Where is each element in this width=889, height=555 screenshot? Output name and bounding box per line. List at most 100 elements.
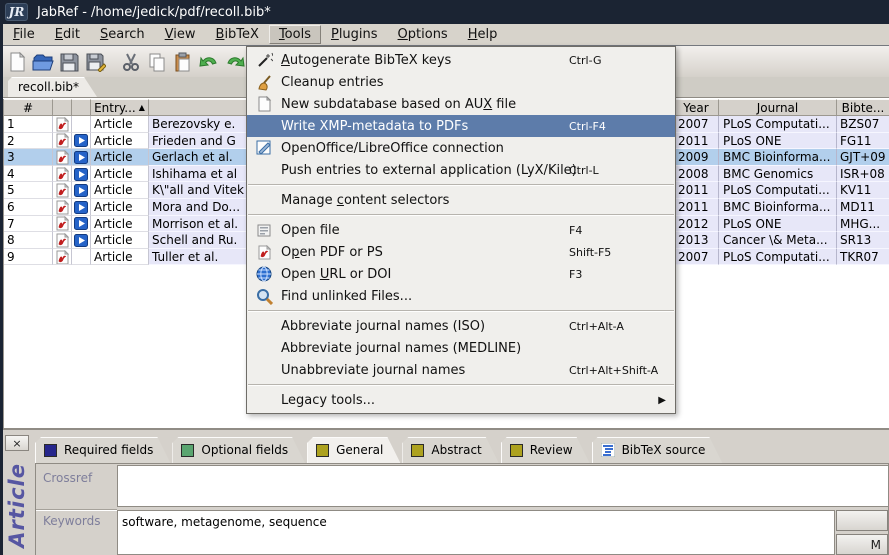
cell-bibtexkey[interactable]: ISR+08 — [837, 166, 889, 183]
tab-required-fields[interactable]: Required fields — [35, 437, 170, 463]
cell-bibtexkey[interactable]: KV11 — [837, 182, 889, 199]
cell-pdf[interactable] — [53, 116, 72, 133]
cell-pdf[interactable] — [53, 249, 72, 266]
cell-url[interactable] — [72, 232, 91, 249]
column-header-number[interactable]: # — [4, 99, 53, 116]
open-file-button[interactable] — [30, 49, 56, 75]
cell-pdf[interactable] — [53, 182, 72, 199]
cell-year[interactable]: 2011 — [674, 199, 719, 216]
column-header-entrytype[interactable]: Entry...▲ — [91, 99, 149, 116]
redo-button[interactable] — [222, 49, 248, 75]
cell-bibtexkey[interactable]: SR13 — [837, 232, 889, 249]
keywords-field[interactable]: software, metagenome, sequence — [117, 510, 835, 555]
cell-url[interactable] — [72, 182, 91, 199]
cell-year[interactable]: 2011 — [674, 182, 719, 199]
menu-item-abbreviate-journal-names-iso[interactable]: Abbreviate journal names (ISO)Ctrl+Alt-A — [247, 315, 675, 337]
cell-entrytype[interactable]: Article — [91, 182, 149, 199]
field-side-button-2[interactable]: M — [836, 534, 888, 555]
cell-number[interactable]: 5 — [4, 182, 53, 199]
cell-entrytype[interactable]: Article — [91, 199, 149, 216]
cell-bibtexkey[interactable]: BZS07 — [837, 116, 889, 133]
cell-bibtexkey[interactable]: TKR07 — [837, 249, 889, 266]
cell-pdf[interactable] — [53, 149, 72, 166]
cell-number[interactable]: 3 — [4, 149, 53, 166]
menu-item-cleanup-entries[interactable]: Cleanup entries — [247, 71, 675, 93]
cell-entrytype[interactable]: Article — [91, 166, 149, 183]
cell-url[interactable] — [72, 149, 91, 166]
cell-pdf[interactable] — [53, 199, 72, 216]
menu-item-push-entries-to-external-application-lyx-kile[interactable]: Push entries to external application (Ly… — [247, 159, 675, 181]
cell-journal[interactable]: BMC Bioinforma... — [719, 149, 837, 166]
menu-item-write-xmp-metadata-to-pdfs[interactable]: Write XMP-metadata to PDFsCtrl-F4 — [247, 115, 675, 137]
cell-year[interactable]: 2009 — [674, 149, 719, 166]
menu-item-autogenerate-bibtex-keys[interactable]: Autogenerate BibTeX keysCtrl-G — [247, 49, 675, 71]
save-button[interactable] — [56, 49, 82, 75]
tab-review[interactable]: Review — [501, 437, 590, 463]
menu-item-open-pdf-or-ps[interactable]: Open PDF or PSShift-F5 — [247, 241, 675, 263]
cell-number[interactable]: 9 — [4, 249, 53, 266]
close-entry-editor-button[interactable]: × — [5, 435, 29, 451]
cell-bibtexkey[interactable]: FG11 — [837, 133, 889, 150]
cell-pdf[interactable] — [53, 216, 72, 233]
cell-number[interactable]: 7 — [4, 216, 53, 233]
menu-item-open-file[interactable]: Open fileF4 — [247, 219, 675, 241]
menu-item-openoffice-libreoffice-connection[interactable]: OpenOffice/LibreOffice connection — [247, 137, 675, 159]
paste-button[interactable] — [170, 49, 196, 75]
cell-journal[interactable]: PLoS Computati... — [719, 182, 837, 199]
crossref-field[interactable] — [117, 465, 888, 507]
cell-number[interactable]: 6 — [4, 199, 53, 216]
menu-item-open-url-or-doi[interactable]: Open URL or DOIF3 — [247, 263, 675, 285]
cell-entrytype[interactable]: Article — [91, 133, 149, 150]
menubar-bibtex[interactable]: BibTeX — [206, 25, 269, 44]
cell-year[interactable]: 2007 — [674, 116, 719, 133]
cell-number[interactable]: 4 — [4, 166, 53, 183]
menu-item-find-unlinked-files[interactable]: Find unlinked Files... — [247, 285, 675, 307]
cell-pdf[interactable] — [53, 133, 72, 150]
tab-bibtex-source[interactable]: BibTeX source — [592, 437, 723, 463]
cell-url[interactable] — [72, 249, 91, 266]
column-header-pdf[interactable] — [53, 99, 72, 116]
menu-item-abbreviate-journal-names-medline[interactable]: Abbreviate journal names (MEDLINE) — [247, 337, 675, 359]
cell-bibtexkey[interactable]: GJT+09 — [837, 149, 889, 166]
cell-pdf[interactable] — [53, 166, 72, 183]
menubar-help[interactable]: Help — [458, 25, 508, 44]
menu-item-manage-content-selectors[interactable]: Manage content selectors — [247, 189, 675, 211]
cell-url[interactable] — [72, 199, 91, 216]
column-header-bibtexkey[interactable]: Bibte... — [837, 99, 889, 116]
field-side-button-1[interactable] — [836, 510, 888, 531]
cell-number[interactable]: 1 — [4, 116, 53, 133]
cell-url[interactable] — [72, 216, 91, 233]
cell-journal[interactable]: PLoS ONE — [719, 133, 837, 150]
menubar-search[interactable]: Search — [90, 25, 155, 44]
cell-url[interactable] — [72, 133, 91, 150]
column-header-url[interactable] — [72, 99, 91, 116]
cell-entrytype[interactable]: Article — [91, 249, 149, 266]
column-header-journal[interactable]: Journal — [719, 99, 837, 116]
cell-bibtexkey[interactable]: MD11 — [837, 199, 889, 216]
new-file-button[interactable] — [4, 49, 30, 75]
cell-pdf[interactable] — [53, 232, 72, 249]
menubar-edit[interactable]: Edit — [45, 25, 90, 44]
undo-button[interactable] — [196, 49, 222, 75]
cell-entrytype[interactable]: Article — [91, 149, 149, 166]
cell-year[interactable]: 2008 — [674, 166, 719, 183]
tab-recoll-bib[interactable]: recoll.bib* — [8, 77, 97, 97]
menu-item-new-subdatabase-based-on-aux-file[interactable]: New subdatabase based on AUX file — [247, 93, 675, 115]
tab-optional-fields[interactable]: Optional fields — [172, 437, 305, 463]
cell-year[interactable]: 2007 — [674, 249, 719, 266]
cell-entrytype[interactable]: Article — [91, 216, 149, 233]
cut-button[interactable] — [118, 49, 144, 75]
cell-number[interactable]: 8 — [4, 232, 53, 249]
cell-bibtexkey[interactable]: MHG... — [837, 216, 889, 233]
copy-button[interactable] — [144, 49, 170, 75]
cell-journal[interactable]: PLoS Computati... — [719, 116, 837, 133]
cell-year[interactable]: 2011 — [674, 133, 719, 150]
cell-year[interactable]: 2013 — [674, 232, 719, 249]
menu-item-legacy-tools[interactable]: Legacy tools...▶ — [247, 389, 675, 411]
menubar-plugins[interactable]: Plugins — [321, 25, 388, 44]
menubar-view[interactable]: View — [155, 25, 206, 44]
menu-item-unabbreviate-journal-names[interactable]: Unabbreviate journal namesCtrl+Alt+Shift… — [247, 359, 675, 381]
save-as-button[interactable] — [82, 49, 108, 75]
cell-journal[interactable]: BMC Bioinforma... — [719, 199, 837, 216]
cell-entrytype[interactable]: Article — [91, 116, 149, 133]
